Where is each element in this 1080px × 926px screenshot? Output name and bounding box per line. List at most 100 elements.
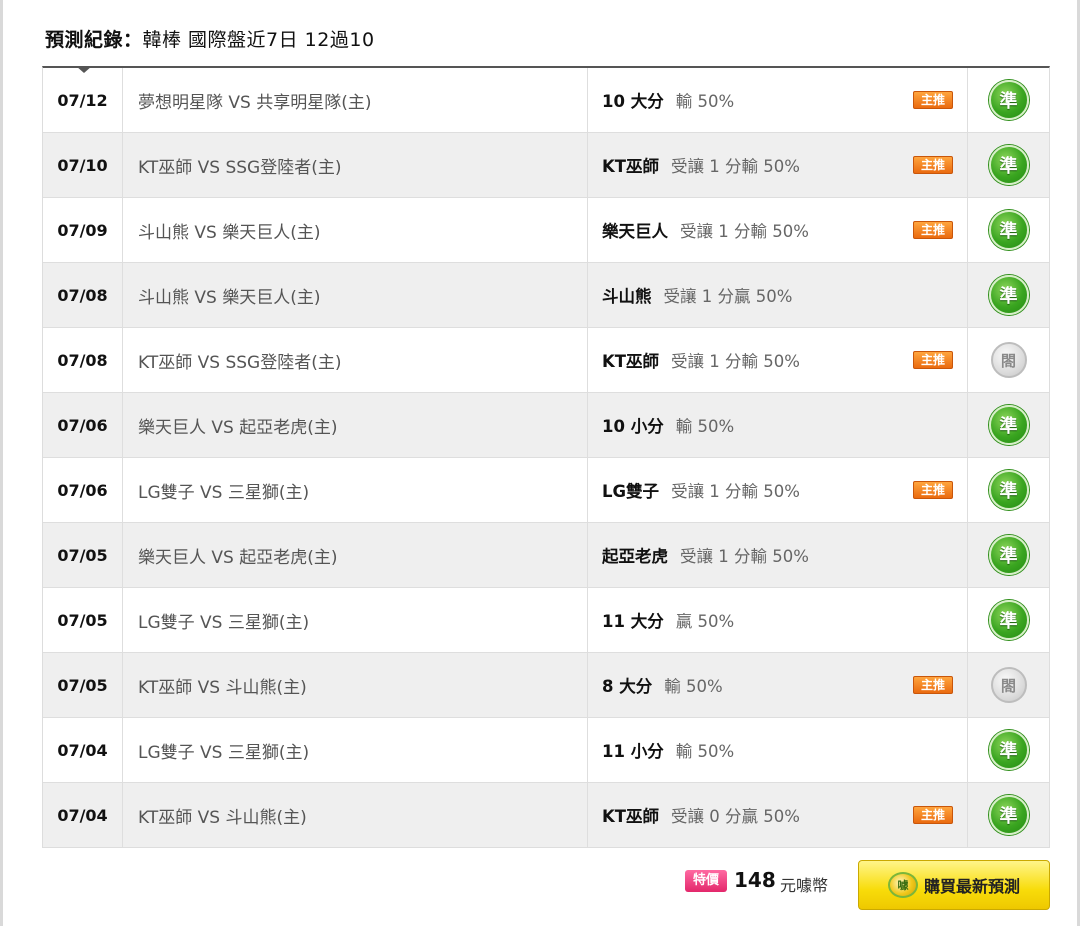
row-result: 準 <box>968 133 1049 197</box>
pick-main: LG雙子 <box>602 482 660 501</box>
result-win-icon: 準 <box>988 80 1029 120</box>
result-win-icon: 準 <box>988 145 1029 185</box>
row-result: 準 <box>968 523 1049 587</box>
row-match: 斗山熊 VS 樂天巨人(主) <box>123 263 588 327</box>
row-date: 07/05 <box>43 653 123 717</box>
title-subtitle: 韓棒 國際盤近7日 12過10 <box>142 29 375 51</box>
buy-latest-prediction-button[interactable]: 噱 購買最新預測 <box>858 860 1050 910</box>
pick-detail: 受讓 1 分贏 50% <box>663 287 793 306</box>
pick-detail: 輸 50% <box>664 677 723 696</box>
row-pick: LG雙子 受讓 1 分輸 50% 主推 <box>588 458 968 522</box>
row-match: 夢想明星隊 VS 共享明星隊(主) <box>123 68 588 132</box>
row-date: 07/08 <box>43 263 123 327</box>
pick-main: 8 大分 <box>602 677 653 696</box>
row-pick: KT巫師 受讓 1 分輸 50% 主推 <box>588 328 968 392</box>
row-match: 樂天巨人 VS 起亞老虎(主) <box>123 393 588 457</box>
price-unit: 元噱幣 <box>780 876 829 895</box>
row-result: 準 <box>968 783 1049 847</box>
pick-detail: 受讓 0 分贏 50% <box>671 807 800 826</box>
row-pick: 10 大分輸 50% 主推 <box>588 68 968 132</box>
row-result: 準 <box>968 588 1049 652</box>
buy-button-label: 購買最新預測 <box>923 877 1020 896</box>
pick-main: KT巫師 <box>602 157 660 176</box>
row-result: 準 <box>968 458 1049 522</box>
result-win-icon: 準 <box>988 730 1029 770</box>
result-win-icon: 準 <box>988 535 1029 575</box>
row-result: 閤 <box>968 328 1049 392</box>
row-date: 07/06 <box>43 393 123 457</box>
row-pick: KT巫師 受讓 0 分贏 50% 主推 <box>588 783 968 847</box>
table-row: 07/12 夢想明星隊 VS 共享明星隊(主) 10 大分輸 50% 主推 準 <box>43 68 1049 133</box>
table-row: 07/06 樂天巨人 VS 起亞老虎(主) 10 小分輸 50% 準 <box>43 393 1049 458</box>
pick-detail: 輸 50% <box>675 92 735 111</box>
row-date: 07/04 <box>43 783 123 847</box>
main-pick-badge: 主推 <box>913 221 953 239</box>
result-win-icon: 準 <box>988 210 1029 250</box>
coin-icon: 噱 <box>887 872 918 898</box>
row-match: LG雙子 VS 三星獅(主) <box>123 718 588 782</box>
pick-detail: 受讓 1 分輸 50% <box>680 547 809 566</box>
main-pick-badge: 主推 <box>913 481 953 499</box>
row-match: 斗山熊 VS 樂天巨人(主) <box>123 198 588 262</box>
table-row: 07/06 LG雙子 VS 三星獅(主) LG雙子 受讓 1 分輸 50% 主推 準 <box>43 458 1049 523</box>
row-match: 樂天巨人 VS 起亞老虎(主) <box>123 523 588 587</box>
table-row: 07/05 LG雙子 VS 三星獅(主) 11 大分贏 50% 準 <box>43 588 1049 653</box>
title-label: 預測紀錄： <box>45 29 143 51</box>
pick-main: 11 大分 <box>602 612 664 631</box>
table-row: 07/04 LG雙子 VS 三星獅(主) 11 小分輸 50% 準 <box>43 718 1049 783</box>
price-value: 148 <box>734 868 776 892</box>
main-pick-badge: 主推 <box>913 351 953 369</box>
row-result: 閤 <box>968 653 1049 717</box>
row-pick: 11 小分輸 50% <box>588 718 968 782</box>
table-row: 07/08 KT巫師 VS SSG登陸者(主) KT巫師 受讓 1 分輸 50% 主推 閤 <box>43 328 1049 393</box>
row-result: 準 <box>968 198 1049 262</box>
pick-main: KT巫師 <box>602 352 660 371</box>
row-pick: 樂天巨人 受讓 1 分輸 50% 主推 <box>588 198 968 262</box>
pick-main: 10 小分 <box>602 417 664 436</box>
result-win-icon: 準 <box>988 275 1029 315</box>
prediction-records-table: 07/12 夢想明星隊 VS 共享明星隊(主) 10 大分輸 50% 主推準 07/10… <box>42 66 1050 848</box>
row-pick: 起亞老虎 受讓 1 分輸 50% <box>588 523 968 587</box>
main-pick-badge: 主推 <box>913 676 953 694</box>
row-result: 準 <box>968 68 1049 132</box>
result-win-icon: 準 <box>988 600 1029 640</box>
row-result: 準 <box>968 393 1049 457</box>
row-date: 07/09 <box>43 198 123 262</box>
row-date: 07/04 <box>43 718 123 782</box>
row-match: KT巫師 VS SSG登陸者(主) <box>123 133 588 197</box>
result-draw-icon: 閤 <box>990 667 1027 703</box>
row-match: KT巫師 VS 斗山熊(主) <box>123 653 588 717</box>
pick-main: 10 大分 <box>602 92 664 111</box>
pick-main: 斗山熊 <box>602 287 652 306</box>
row-date: 07/06 <box>43 458 123 522</box>
row-date: 07/05 <box>43 588 123 652</box>
row-pick: 斗山熊 受讓 1 分贏 50% <box>588 263 968 327</box>
row-pick: 8 大分輸 50% 主推 <box>588 653 968 717</box>
row-pick: 10 小分輸 50% <box>588 393 968 457</box>
pick-main: 11 小分 <box>602 742 664 761</box>
table-row: 07/08 斗山熊 VS 樂天巨人(主) 斗山熊 受讓 1 分贏 50% 準 <box>43 263 1049 328</box>
row-match: KT巫師 VS SSG登陸者(主) <box>123 328 588 392</box>
result-win-icon: 準 <box>988 795 1029 835</box>
main-pick-badge: 主推 <box>913 806 953 824</box>
pick-detail: 受讓 1 分輸 50% <box>680 222 809 241</box>
caret-down-icon <box>76 66 92 73</box>
result-win-icon: 準 <box>988 470 1029 510</box>
pick-detail: 贏 50% <box>675 612 735 631</box>
pick-detail: 輸 50% <box>675 417 735 436</box>
row-match: LG雙子 VS 三星獅(主) <box>123 458 588 522</box>
pick-detail: 輸 50% <box>675 742 735 761</box>
row-result: 準 <box>968 263 1049 327</box>
row-date: 07/05 <box>43 523 123 587</box>
result-draw-icon: 閤 <box>990 342 1027 378</box>
row-match: KT巫師 VS 斗山熊(主) <box>123 783 588 847</box>
page-title: 預測紀錄：韓棒 國際盤近7日 12過10 <box>45 25 375 52</box>
table-row: 07/04 KT巫師 VS 斗山熊(主) KT巫師 受讓 0 分贏 50% 主推 準 <box>43 783 1049 847</box>
special-price-badge: 特價 <box>685 870 727 892</box>
pick-detail: 受讓 1 分輸 50% <box>671 157 800 176</box>
table-row: 07/05 KT巫師 VS 斗山熊(主) 8 大分輸 50% 主推 閤 <box>43 653 1049 718</box>
pick-detail: 受讓 1 分輸 50% <box>671 482 800 501</box>
result-win-icon: 準 <box>988 405 1029 445</box>
pick-main: 起亞老虎 <box>602 547 668 566</box>
row-date: 07/12 <box>43 68 123 132</box>
